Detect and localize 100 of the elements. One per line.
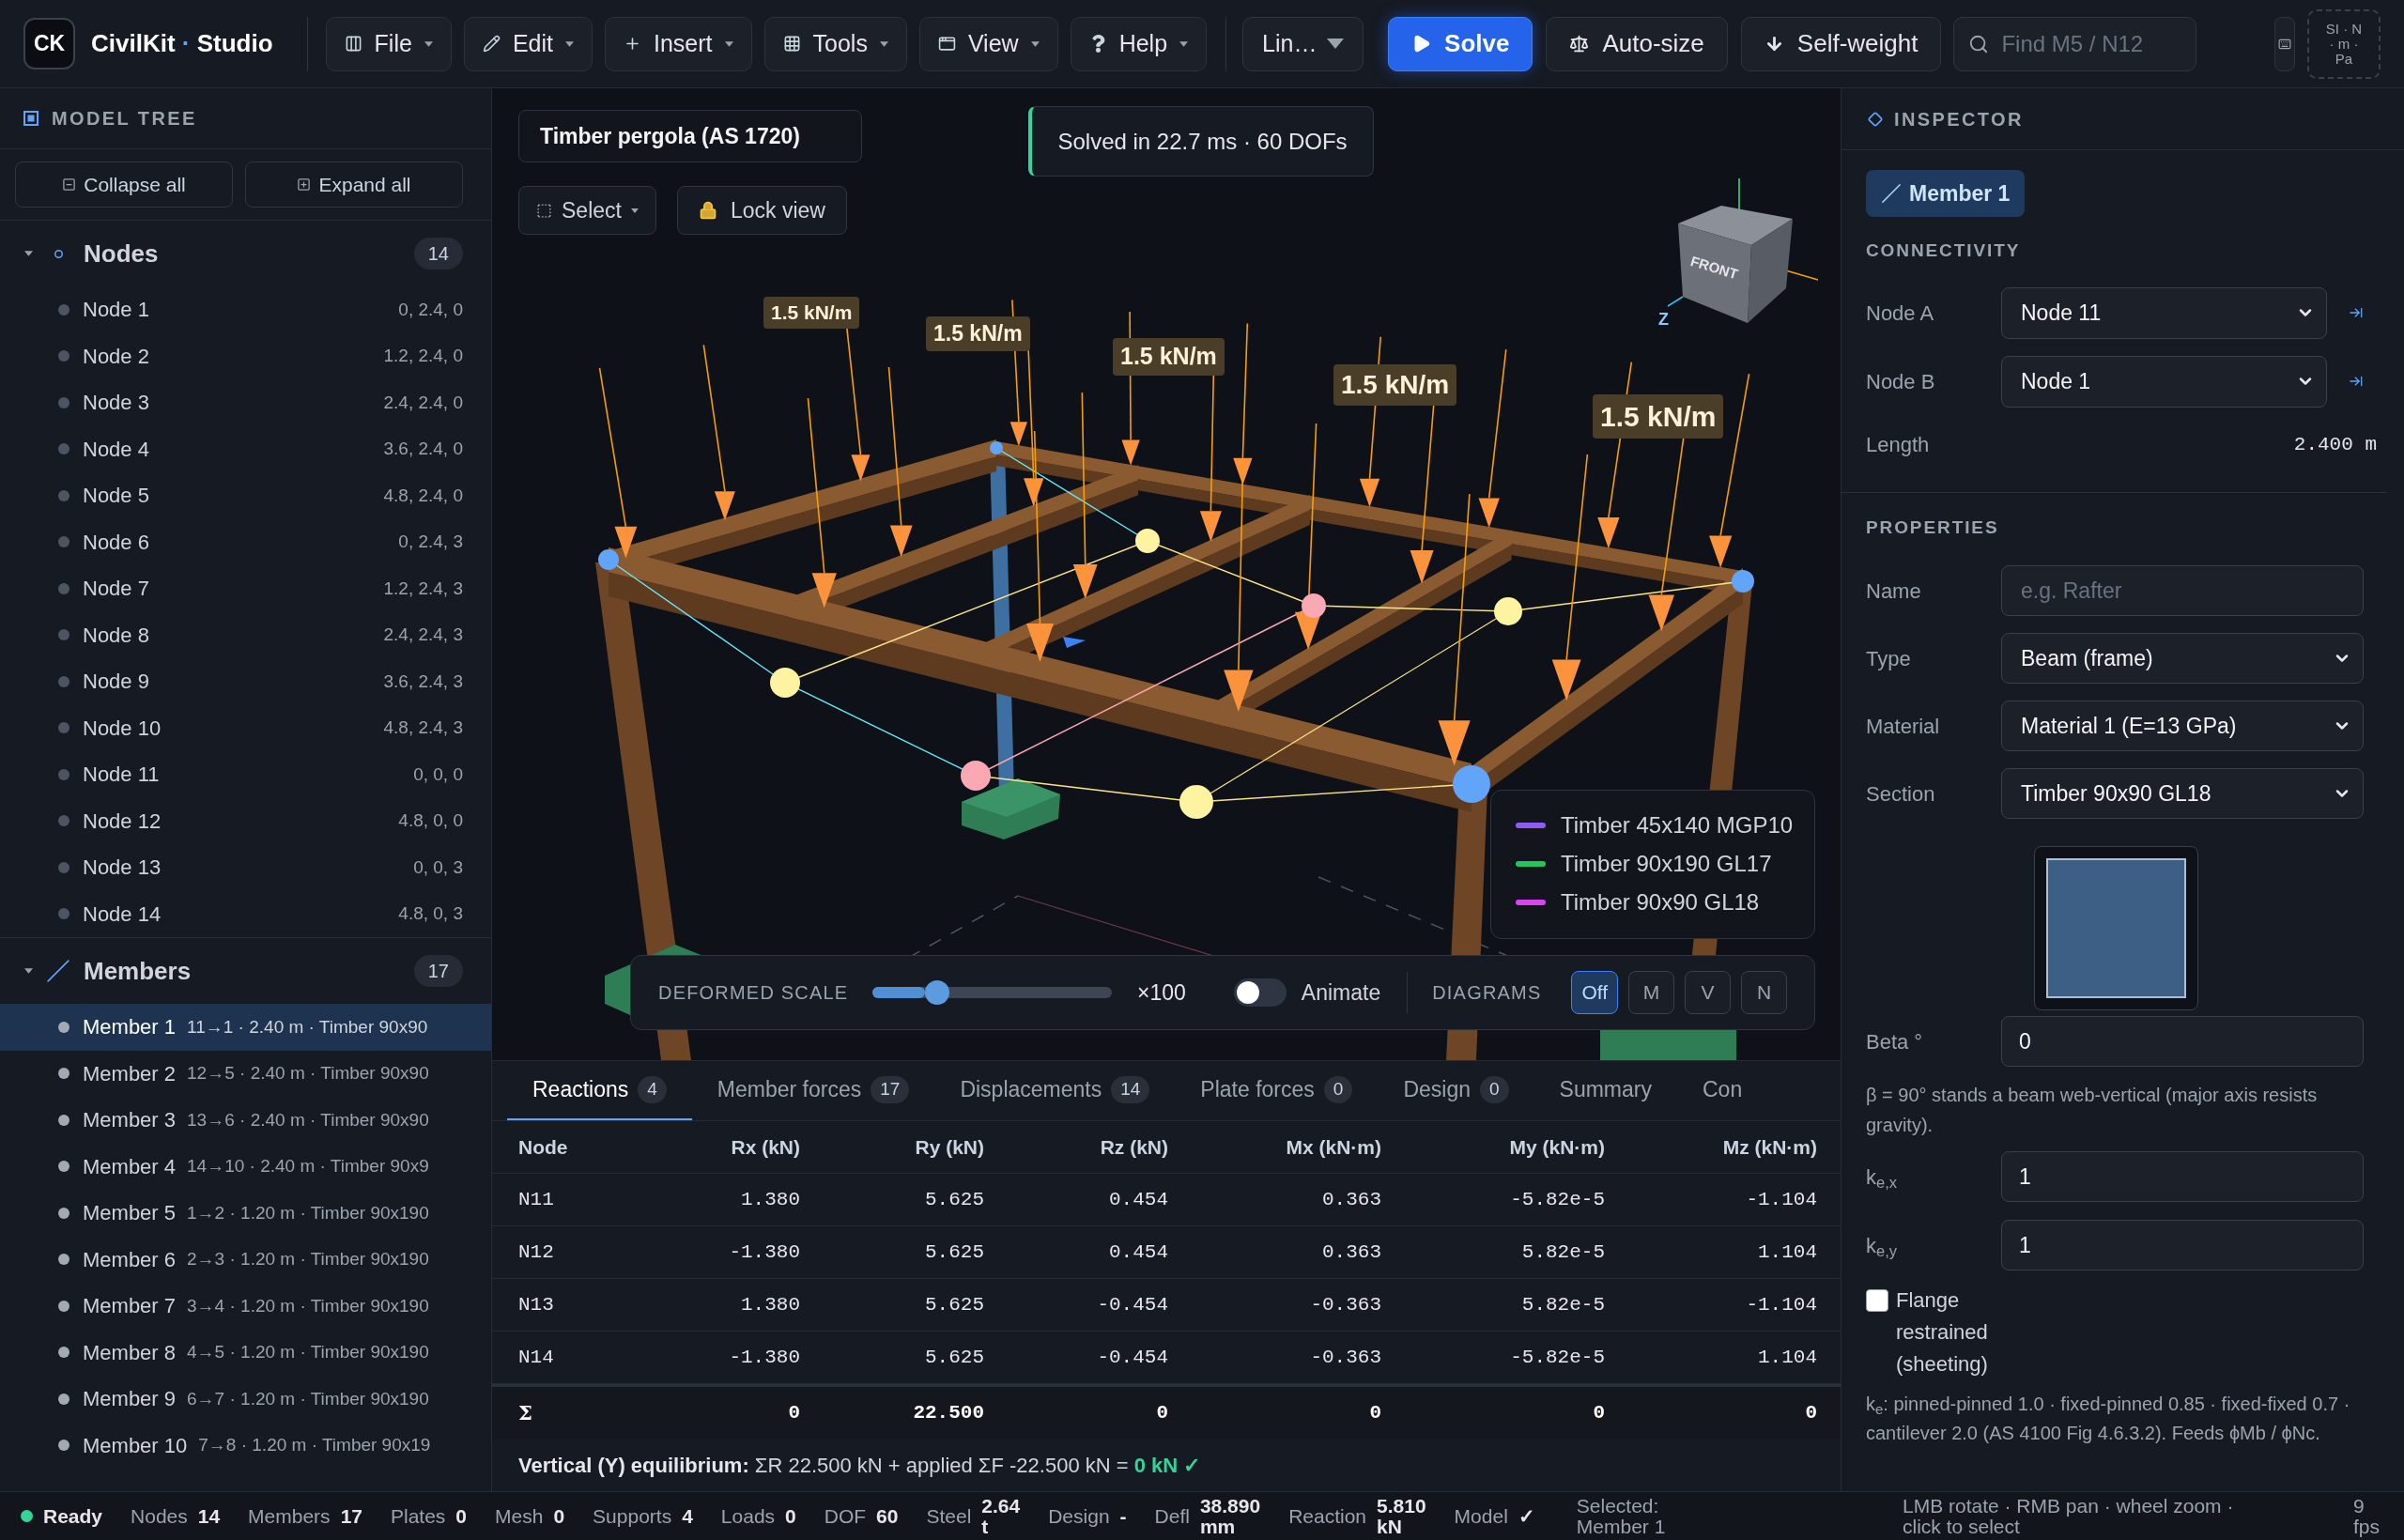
tree-item[interactable]: Node 9 3.6, 2.4, 3 [0, 658, 491, 705]
tree-item[interactable]: Node 14 4.8, 0, 3 [0, 890, 491, 937]
tree-item[interactable]: Node 3 2.4, 2.4, 0 [0, 379, 491, 426]
diagonal-line-icon [1881, 183, 1902, 204]
menu-button[interactable]: Edit [463, 16, 593, 71]
window-icon [937, 35, 956, 53]
table-cell-text: N13 [518, 1292, 554, 1317]
arrow-to-line-icon[interactable] [2349, 374, 2364, 389]
menu-button[interactable]: File [325, 16, 452, 71]
panel-title: MODEL TREE [52, 107, 197, 131]
results-tab[interactable]: Summary [1533, 1061, 1677, 1120]
results-tab[interactable]: Con [1677, 1061, 1768, 1120]
toolbar-button[interactable]: Solve [1388, 16, 1533, 71]
bullet-icon [58, 629, 69, 641]
tree-item[interactable]: Member 5 1→2 · 1.20 m · Timber 90x190 [0, 1190, 491, 1237]
tree-item[interactable]: Member 1 11→1 · 2.40 m · Timber 90x90 [0, 1004, 491, 1051]
dropdown[interactable]: Timber 90x90 GL18 [2001, 768, 2364, 819]
count-badge: 14 [1111, 1076, 1150, 1103]
tree-item[interactable]: Member 6 2→3 · 1.20 m · Timber 90x190 [0, 1236, 491, 1283]
status-stat: Model ✓ [1454, 1503, 1535, 1529]
lock-view-button[interactable]: Lock view [677, 186, 847, 235]
menu-button[interactable]: View [918, 16, 1058, 71]
table-cell-text: 0.363 [1322, 1240, 1381, 1265]
column-header: Ry (kN) [915, 1134, 984, 1160]
column-header: Node [518, 1134, 568, 1160]
number-input[interactable]: 1 [2001, 1220, 2364, 1270]
model-viewport[interactable] [492, 88, 1841, 1060]
toolbar-button[interactable]: Auto-size [1546, 16, 1728, 71]
results-tab[interactable]: Plate forces 0 [1175, 1061, 1379, 1120]
units-label[interactable]: SI · N · m · Pa [2307, 8, 2381, 79]
expand-caret-icon[interactable] [24, 251, 33, 256]
diagram-toggle-button[interactable]: V [1685, 971, 1731, 1014]
controls-hint: LMB rotate · RMB pan · wheel zoom · click to select [1903, 1495, 2235, 1537]
legend-label: Timber 45x140 MGP10 [1561, 810, 1794, 839]
tree-item[interactable]: Node 12 4.8, 0, 0 [0, 797, 491, 844]
count-badge: 14 [413, 238, 463, 270]
tree-item[interactable]: Node 10 4.8, 2.4, 3 [0, 704, 491, 751]
tree-item[interactable]: Node 5 4.8, 2.4, 0 [0, 472, 491, 519]
legend-label: Timber 90x90 GL18 [1561, 887, 1760, 916]
expand-caret-icon[interactable] [24, 968, 33, 974]
tree-item[interactable]: Node 2 1.2, 2.4, 0 [0, 332, 491, 379]
toolbar-button[interactable]: Self-weight [1740, 16, 1942, 71]
total-cell-text: 22.500 [913, 1400, 984, 1425]
column-header: Mx (kN·m) [1286, 1134, 1381, 1160]
tree-item[interactable]: Member 9 6→7 · 1.20 m · Timber 90x190 [0, 1376, 491, 1423]
bullet-icon [58, 908, 69, 920]
dropdown[interactable]: Beam (frame) [2001, 633, 2364, 684]
tree-item[interactable]: Node 11 0, 0, 0 [0, 751, 491, 798]
tree-item[interactable]: Member 8 4→5 · 1.20 m · Timber 90x190 [0, 1329, 491, 1376]
animate-toggle[interactable] [1233, 978, 1287, 1007]
tree-item[interactable]: Node 13 0, 0, 3 [0, 844, 491, 891]
number-input[interactable]: 0 [2001, 1016, 2364, 1067]
dropdown[interactable]: Material 1 (E=13 GPa) [2001, 701, 2364, 751]
tree-item[interactable]: Member 10 7→8 · 1.20 m · Timber 90x19 [0, 1422, 491, 1469]
tree-item[interactable]: Node 8 2.4, 2.4, 3 [0, 611, 491, 658]
keyboard-button[interactable] [2274, 16, 2295, 71]
dropdown[interactable]: Node 11 [2001, 286, 2328, 339]
search-field[interactable]: Find M5 / N12 [1953, 16, 2197, 71]
columns-icon [344, 35, 362, 53]
select-mode-button[interactable]: Select [518, 186, 656, 235]
menu-button[interactable]: Insert [605, 16, 752, 71]
status-toast: Solved in 22.7 ms · 60 DOFs [1028, 106, 1374, 177]
tree-item[interactable]: Node 6 0, 2.4, 3 [0, 518, 491, 565]
status-stat: Members 17 [248, 1503, 362, 1529]
number-input[interactable]: 1 [2001, 1151, 2364, 1202]
tree-item[interactable]: Member 2 12→5 · 2.40 m · Timber 90x90 [0, 1050, 491, 1097]
text-input[interactable]: e.g. Rafter [2001, 565, 2364, 616]
dropdown[interactable]: Node 1 [2001, 355, 2328, 408]
results-tab[interactable]: Displacements 14 [934, 1061, 1176, 1120]
bullet-icon [58, 1300, 69, 1312]
diagram-toggle-button[interactable]: Off [1571, 971, 1618, 1014]
diagram-toggle-button[interactable]: N [1741, 971, 1787, 1014]
bullet-icon [58, 443, 69, 455]
results-tab[interactable]: Member forces 17 [691, 1061, 935, 1120]
analysis-select[interactable]: Lin… [1242, 16, 1364, 71]
tree-toggle-button[interactable]: Collapse all [15, 162, 233, 208]
menu-button[interactable]: Tools [763, 16, 907, 71]
tree-item[interactable]: Member 4 14→10 · 2.40 m · Timber 90x9 [0, 1143, 491, 1190]
view-cube[interactable] [1667, 177, 1819, 323]
menu-button[interactable]: Help [1070, 16, 1208, 71]
arrow-to-line-icon[interactable] [2349, 305, 2364, 320]
results-tab[interactable]: Design 0 [1378, 1061, 1534, 1120]
results-tab[interactable]: Reactions 4 [507, 1061, 692, 1120]
tree-item[interactable]: Member 7 3→4 · 1.20 m · Timber 90x190 [0, 1283, 491, 1330]
tree-item[interactable]: Node 1 0, 2.4, 0 [0, 286, 491, 333]
diagram-toggle-button[interactable]: M [1628, 971, 1674, 1014]
tree-item[interactable]: Node 4 3.6, 2.4, 0 [0, 425, 491, 472]
tree-toggle-button[interactable]: Expand all [245, 162, 463, 208]
caret-icon [1327, 38, 1345, 49]
total-cell-text: 0 [1369, 1400, 1381, 1425]
bullet-icon [58, 675, 69, 687]
tree-item[interactable]: Member 3 13→6 · 2.40 m · Timber 90x90 [0, 1097, 491, 1144]
table-cell-text: -0.454 [1097, 1345, 1168, 1370]
column-header: Rx (kN) [731, 1134, 800, 1160]
status-stat: Loads 0 [720, 1503, 796, 1529]
slider-thumb[interactable] [924, 980, 949, 1005]
bullet-icon [58, 1207, 69, 1219]
tree-item[interactable]: Node 7 1.2, 2.4, 3 [0, 565, 491, 612]
checkbox[interactable] [1866, 1289, 1888, 1312]
grid-icon [782, 35, 801, 53]
